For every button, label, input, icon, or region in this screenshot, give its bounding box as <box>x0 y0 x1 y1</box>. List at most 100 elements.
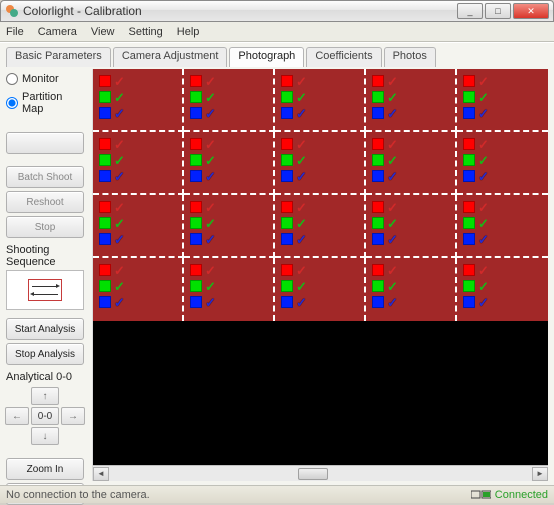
menu-camera[interactable]: Camera <box>38 26 77 38</box>
scroll-right-button[interactable]: ► <box>532 467 548 481</box>
swatch-row: ✓ <box>99 89 176 105</box>
swatch-row: ✓ <box>372 168 449 184</box>
tab-coefficients[interactable]: Coefficients <box>306 47 381 67</box>
radio-partition-map-input[interactable] <box>6 97 18 109</box>
check-icon: ✓ <box>114 138 125 151</box>
grid-cell[interactable]: ✓✓✓ <box>275 69 366 132</box>
minimize-button[interactable]: _ <box>457 3 483 19</box>
reshoot-button[interactable]: Reshoot <box>6 191 84 213</box>
green-swatch <box>372 280 384 292</box>
check-icon: ✓ <box>296 138 307 151</box>
arrow-center-display: 0-0 <box>31 407 59 425</box>
check-icon: ✓ <box>205 296 216 309</box>
check-icon: ✓ <box>478 296 489 309</box>
blue-swatch <box>281 296 293 308</box>
grid-cell[interactable]: ✓✓✓ <box>184 195 275 258</box>
grid-cell[interactable]: ✓✓✓ <box>184 69 275 132</box>
grid-cell[interactable]: ✓✓✓ <box>457 69 548 132</box>
check-icon: ✓ <box>205 170 216 183</box>
grid-cell[interactable]: ✓✓✓ <box>275 195 366 258</box>
red-swatch <box>372 264 384 276</box>
red-swatch <box>463 138 475 150</box>
green-swatch <box>372 154 384 166</box>
close-button[interactable]: ✕ <box>513 3 549 19</box>
menu-setting[interactable]: Setting <box>129 26 163 38</box>
grid-cell[interactable]: ✓✓✓ <box>93 132 184 195</box>
swatch-row: ✓ <box>281 262 358 278</box>
swatch-row: ✓ <box>190 231 267 247</box>
green-swatch <box>281 91 293 103</box>
check-icon: ✓ <box>205 233 216 246</box>
tab-photos[interactable]: Photos <box>384 47 436 67</box>
radio-partition-map[interactable]: Partition Map <box>6 91 86 115</box>
swatch-row: ✓ <box>281 278 358 294</box>
arrow-left-button[interactable]: ← <box>5 407 29 425</box>
grid-cell[interactable]: ✓✓✓ <box>93 195 184 258</box>
grid-cell[interactable]: ✓✓✓ <box>366 195 457 258</box>
menu-help[interactable]: Help <box>177 26 200 38</box>
radio-monitor[interactable]: Monitor <box>6 73 86 85</box>
grid-cell[interactable]: ✓✓✓ <box>457 195 548 258</box>
swatch-row: ✓ <box>281 152 358 168</box>
green-swatch <box>372 217 384 229</box>
blue-swatch <box>372 170 384 182</box>
stop-button[interactable]: Stop <box>6 216 84 238</box>
red-swatch <box>463 75 475 87</box>
swatch-row: ✓ <box>99 262 176 278</box>
swatch-row: ✓ <box>372 73 449 89</box>
check-icon: ✓ <box>296 75 307 88</box>
radio-monitor-label: Monitor <box>22 73 59 85</box>
menu-view[interactable]: View <box>91 26 115 38</box>
grid-cell[interactable]: ✓✓✓ <box>93 258 184 321</box>
green-swatch <box>463 280 475 292</box>
tab-photograph[interactable]: Photograph <box>229 47 304 67</box>
swatch-row: ✓ <box>281 199 358 215</box>
tab-strip: Basic Parameters Camera Adjustment Photo… <box>6 47 548 67</box>
blue-swatch <box>99 296 111 308</box>
tab-camera-adjustment[interactable]: Camera Adjustment <box>113 47 228 67</box>
partition-grid: ✓✓✓✓✓✓✓✓✓✓✓✓✓✓✓✓✓✓✓✓✓✓✓✓✓✓✓✓✓✓✓✓✓✓✓✓✓✓✓✓… <box>93 69 548 321</box>
grid-cell[interactable]: ✓✓✓ <box>275 258 366 321</box>
radio-monitor-input[interactable] <box>6 73 18 85</box>
unnamed-button[interactable] <box>6 132 84 154</box>
swatch-row: ✓ <box>190 136 267 152</box>
maximize-button[interactable]: □ <box>485 3 511 19</box>
scroll-thumb[interactable] <box>298 468 328 480</box>
green-swatch <box>463 91 475 103</box>
shooting-sequence-box[interactable] <box>6 270 84 310</box>
arrow-up-button[interactable]: ↑ <box>31 387 59 405</box>
swatch-row: ✓ <box>463 262 542 278</box>
blue-swatch <box>281 107 293 119</box>
tab-basic-parameters[interactable]: Basic Parameters <box>6 47 111 67</box>
swatch-row: ✓ <box>190 152 267 168</box>
start-analysis-button[interactable]: Start Analysis <box>6 318 84 340</box>
check-icon: ✓ <box>205 91 216 104</box>
grid-cell[interactable]: ✓✓✓ <box>275 132 366 195</box>
app-icon <box>5 4 19 18</box>
green-swatch <box>281 280 293 292</box>
batch-shoot-button[interactable]: Batch Shoot <box>6 166 84 188</box>
titlebar: Colorlight - Calibration _ □ ✕ <box>0 0 554 22</box>
swatch-row: ✓ <box>99 136 176 152</box>
red-swatch <box>281 138 293 150</box>
stop-analysis-button[interactable]: Stop Analysis <box>6 343 84 365</box>
swatch-row: ✓ <box>99 105 176 121</box>
grid-cell[interactable]: ✓✓✓ <box>366 132 457 195</box>
scroll-left-button[interactable]: ◄ <box>93 467 109 481</box>
red-swatch <box>99 201 111 213</box>
menu-file[interactable]: File <box>6 26 24 38</box>
grid-cell[interactable]: ✓✓✓ <box>93 69 184 132</box>
grid-cell[interactable]: ✓✓✓ <box>366 258 457 321</box>
grid-cell[interactable]: ✓✓✓ <box>366 69 457 132</box>
arrow-down-button[interactable]: ↓ <box>31 427 59 445</box>
grid-cell[interactable]: ✓✓✓ <box>184 132 275 195</box>
grid-cell[interactable]: ✓✓✓ <box>184 258 275 321</box>
arrow-right-button[interactable]: → <box>61 407 85 425</box>
check-icon: ✓ <box>114 75 125 88</box>
grid-cell[interactable]: ✓✓✓ <box>457 258 548 321</box>
canvas[interactable]: ✓✓✓✓✓✓✓✓✓✓✓✓✓✓✓✓✓✓✓✓✓✓✓✓✓✓✓✓✓✓✓✓✓✓✓✓✓✓✓✓… <box>93 69 548 465</box>
horizontal-scrollbar[interactable]: ◄ ► <box>93 465 548 481</box>
grid-cell[interactable]: ✓✓✓ <box>457 132 548 195</box>
check-icon: ✓ <box>478 233 489 246</box>
zoom-in-button[interactable]: Zoom In <box>6 458 84 480</box>
